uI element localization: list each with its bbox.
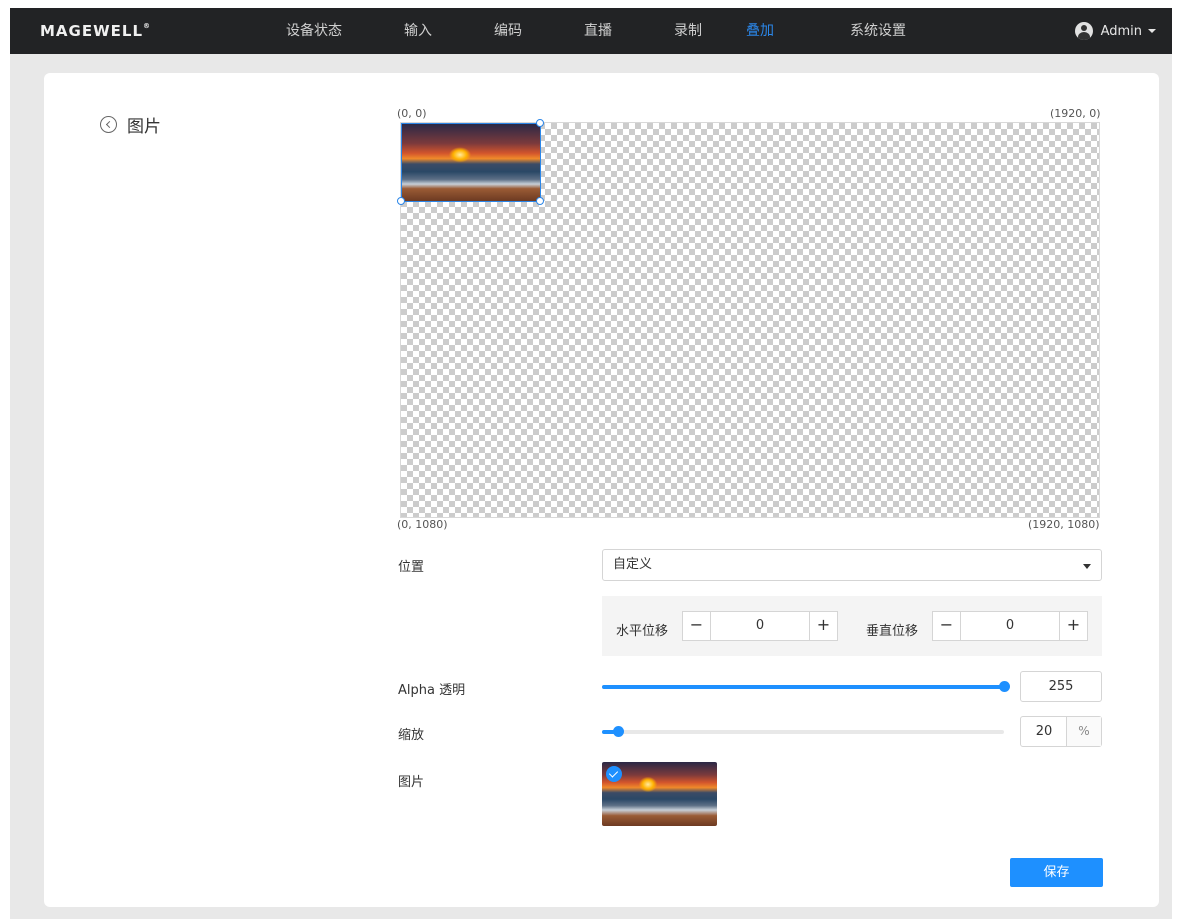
resize-handle-bottom-right[interactable] <box>536 197 544 205</box>
offset-panel: 水平位移 − 0 + 垂直位移 − 0 + <box>602 596 1102 656</box>
coord-bottom-left: (0, 1080) <box>397 518 448 531</box>
nav-overlay[interactable]: 叠加 <box>746 8 774 54</box>
alpha-value: 255 <box>1048 679 1074 694</box>
nav-recording[interactable]: 录制 <box>674 8 702 54</box>
v-offset-decrement-button[interactable]: − <box>933 612 961 640</box>
overlay-image-preview[interactable] <box>401 123 541 202</box>
scale-label: 缩放 <box>398 728 425 743</box>
selected-check-icon <box>606 766 622 782</box>
top-navigation-bar: MAGEWELL® 设备状态 输入 编码 直播 录制 叠加 系统设置 Admin <box>10 8 1172 54</box>
v-offset-increment-button[interactable]: + <box>1059 612 1087 640</box>
scale-value: 20 <box>1035 724 1053 739</box>
alpha-slider[interactable] <box>602 681 1010 692</box>
resize-handle-bottom-left[interactable] <box>397 197 405 205</box>
scale-slider[interactable] <box>602 726 1004 737</box>
scale-unit: % <box>1066 717 1101 746</box>
v-offset-input[interactable]: 0 <box>961 612 1059 640</box>
coord-bottom-right: (1920, 1080) <box>1028 518 1100 531</box>
h-offset-input[interactable]: 0 <box>711 612 809 640</box>
image-label: 图片 <box>398 775 425 790</box>
nav-device-status[interactable]: 设备状态 <box>286 8 342 54</box>
h-offset-stepper: − 0 + <box>682 611 838 641</box>
resize-handle-top-right[interactable] <box>536 119 544 127</box>
alpha-label: Alpha 透明 <box>398 683 466 698</box>
coord-top-left: (0, 0) <box>397 107 427 120</box>
position-select[interactable]: 自定义 <box>602 549 1102 581</box>
nav-system-settings[interactable]: 系统设置 <box>850 8 906 54</box>
h-offset-label: 水平位移 <box>616 624 669 639</box>
alpha-slider-handle[interactable] <box>999 681 1010 692</box>
caret-down-icon <box>1148 29 1156 33</box>
alpha-input[interactable]: 255 <box>1020 671 1102 702</box>
back-button[interactable]: 图片 <box>100 112 161 137</box>
page-title: 图片 <box>127 117 161 137</box>
h-offset-decrement-button[interactable]: − <box>683 612 711 640</box>
scale-slider-handle[interactable] <box>613 726 625 737</box>
user-menu[interactable]: Admin <box>1074 21 1156 41</box>
user-avatar-icon <box>1074 22 1093 40</box>
v-offset-stepper: − 0 + <box>932 611 1088 641</box>
position-label: 位置 <box>398 560 425 575</box>
alpha-slider-fill <box>602 685 1004 689</box>
nav-encoding[interactable]: 编码 <box>494 8 522 54</box>
scale-input[interactable]: 20 % <box>1020 716 1102 747</box>
nav-input[interactable]: 输入 <box>404 8 432 54</box>
caret-down-icon <box>1083 564 1091 569</box>
save-button[interactable]: 保存 <box>1010 858 1103 887</box>
position-select-value: 自定义 <box>613 557 653 572</box>
magewell-logo[interactable]: MAGEWELL® <box>40 22 151 40</box>
back-arrow-icon <box>100 116 117 133</box>
coord-top-right: (1920, 0) <box>1050 107 1101 120</box>
user-name: Admin <box>1100 23 1142 39</box>
v-offset-label: 垂直位移 <box>866 624 919 639</box>
nav-streaming[interactable]: 直播 <box>584 8 612 54</box>
h-offset-increment-button[interactable]: + <box>809 612 837 640</box>
